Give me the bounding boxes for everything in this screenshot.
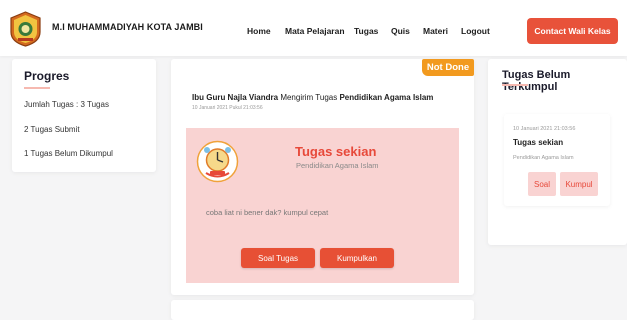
teacher-name: Ibu Guru Najla Viandra <box>192 93 279 102</box>
progress-submitted-tasks: 2 Tugas Submit <box>24 125 80 134</box>
school-emblem-icon[interactable] <box>9 11 42 47</box>
task-subject: Pendidikan Agama Islam <box>296 161 379 170</box>
task-datetime: 10 Januari 2021 Pukul 21:03:56 <box>192 105 263 111</box>
pending-soal-button[interactable]: Soal <box>528 172 556 196</box>
top-navbar: M.I MUHAMMADIYAH KOTA JAMBI Home Mata Pe… <box>0 0 627 56</box>
pending-task-title: Tugas sekian <box>513 138 564 147</box>
kumpulkan-button[interactable]: Kumpulkan <box>320 248 394 268</box>
next-task-card <box>171 300 474 320</box>
progress-pending-tasks: 1 Tugas Belum Dikumpul <box>24 149 113 158</box>
clock-illustration-icon <box>196 140 239 183</box>
nav-quis[interactable]: Quis <box>391 26 410 36</box>
pending-task-datetime: 10 Januari 2021 21:03:56 <box>513 126 576 132</box>
nav-mata-pelajaran[interactable]: Mata Pelajaran <box>285 26 345 36</box>
pending-title-underline <box>502 84 528 86</box>
sender-subject: Pendidikan Agama Islam <box>339 93 434 102</box>
contact-wali-kelas-button[interactable]: Contact Wali Kelas <box>527 18 618 44</box>
nav-logout[interactable]: Logout <box>461 26 490 36</box>
progress-title: Progres <box>24 69 70 83</box>
pending-task-subject: Pendidikan Agama Islam <box>513 155 574 161</box>
nav-home[interactable]: Home <box>247 26 271 36</box>
progress-total-tasks: Jumlah Tugas : 3 Tugas <box>24 100 109 109</box>
nav-materi[interactable]: Materi <box>423 26 448 36</box>
brand-name[interactable]: M.I MUHAMMADIYAH KOTA JAMBI <box>52 22 203 32</box>
soal-tugas-button[interactable]: Soal Tugas <box>241 248 315 268</box>
nav-tugas[interactable]: Tugas <box>354 26 378 36</box>
sender-verb: Mengirim Tugas <box>278 93 340 102</box>
progress-title-underline <box>24 87 50 89</box>
task-title: Tugas sekian <box>295 144 377 159</box>
pending-tasks-title: Tugas Belum Terkumpul <box>502 69 571 93</box>
task-sender-line: Ibu Guru Najla Viandra Mengirim Tugas Pe… <box>192 93 433 102</box>
task-description: coba liat ni bener dak? kumpul cepat <box>206 208 329 217</box>
pending-kumpul-button[interactable]: Kumpul <box>560 172 598 196</box>
status-badge: Not Done <box>422 59 474 76</box>
